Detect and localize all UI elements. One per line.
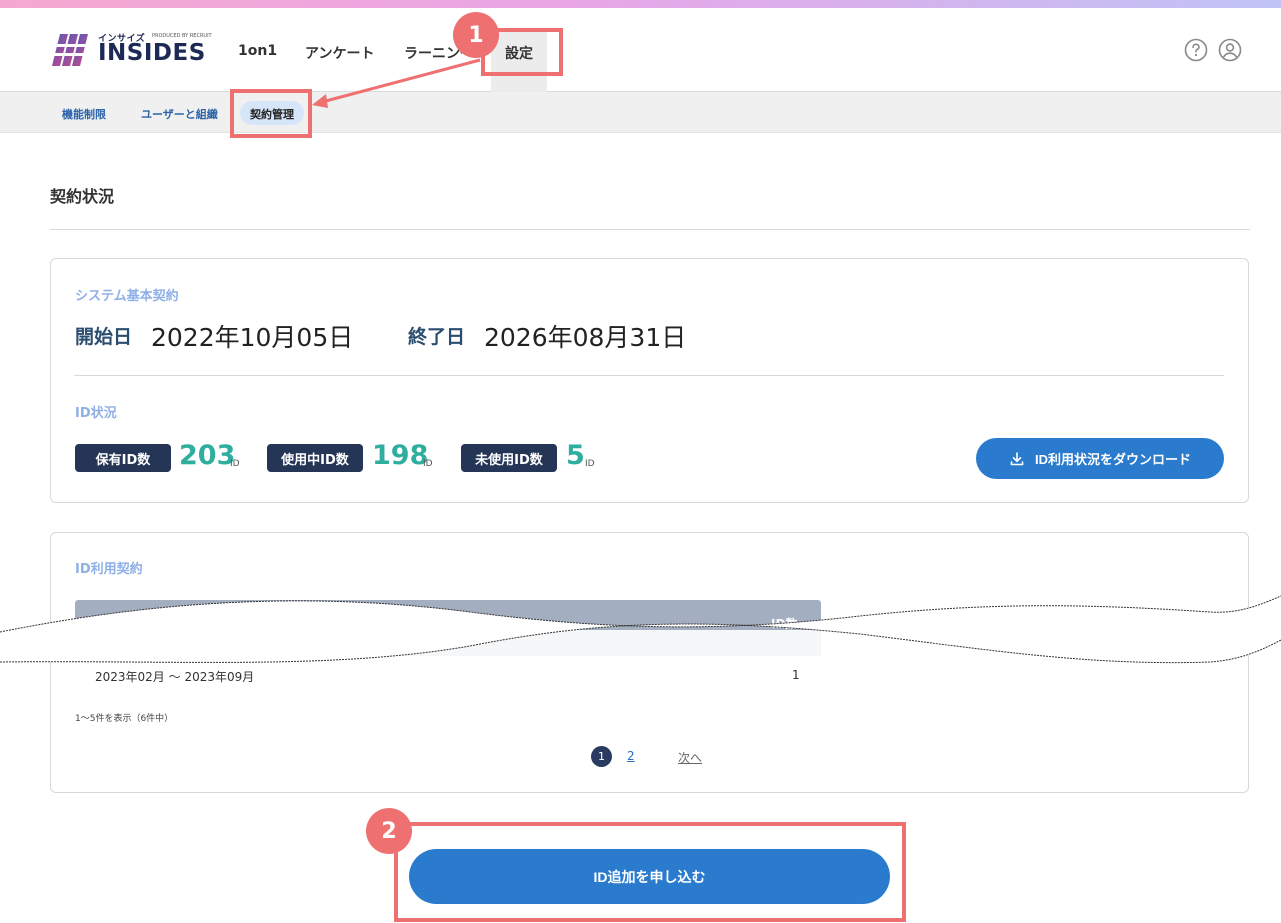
- used-id-count: 198: [372, 440, 429, 471]
- unused-id-count: 5: [566, 440, 585, 471]
- pagination-current-label: 1: [598, 750, 605, 763]
- subnav-item-users-org[interactable]: ユーザーと組織: [141, 106, 218, 122]
- subnav-item-feature-limits[interactable]: 機能制限: [62, 106, 106, 122]
- nav-item-1on1[interactable]: 1on1: [238, 43, 277, 59]
- step-1-callout: 1: [453, 12, 499, 58]
- download-button-label: ID利用状況をダウンロード: [1034, 452, 1191, 467]
- pagination-next[interactable]: 次へ: [678, 749, 702, 766]
- title-divider: [50, 229, 1250, 230]
- used-id-unit: ID: [423, 459, 433, 469]
- insides-logo-icon: [52, 34, 94, 66]
- table-row-id-count: 1: [792, 668, 800, 682]
- pagination-page-2[interactable]: 2: [627, 749, 635, 763]
- step-2-number: 2: [381, 818, 397, 844]
- unused-id-badge: 未使用ID数: [461, 444, 557, 472]
- used-id-label: 使用中ID数: [281, 452, 349, 468]
- start-date-label: 開始日: [75, 326, 133, 348]
- table-row-period: 2023年02月 〜 2023年09月: [95, 670, 255, 684]
- owned-id-unit: ID: [230, 459, 240, 469]
- nav-item-learning[interactable]: ラーニング: [404, 43, 462, 63]
- logo-produced-by: PRODUCED BY RECRUIT: [152, 33, 212, 39]
- step-2-callout: 2: [366, 808, 412, 854]
- highlight-contract-tab: [230, 89, 312, 138]
- download-id-usage-button[interactable]: ID利用状況をダウンロード: [976, 438, 1224, 479]
- owned-id-badge: 保有ID数: [75, 444, 171, 472]
- nav-item-survey[interactable]: アンケート: [305, 43, 374, 63]
- card-divider: [74, 375, 1224, 376]
- step-1-number: 1: [468, 22, 484, 48]
- id-contract-label: ID利用契約: [75, 562, 143, 577]
- owned-id-count: 203: [179, 440, 236, 471]
- unused-id-unit: ID: [585, 459, 595, 469]
- user-circle-icon[interactable]: [1218, 38, 1242, 62]
- end-date-value: 2026年08月31日: [484, 323, 687, 352]
- used-id-badge: 使用中ID数: [267, 444, 363, 472]
- app-header: インサイズ PRODUCED BY RECRUIT INSIDES 1on1 ア…: [0, 8, 1281, 92]
- sub-navigation: 機能制限 ユーザーと組織 契約管理: [0, 92, 1281, 133]
- system-contract-label: システム基本契約: [75, 289, 179, 304]
- unused-id-label: 未使用ID数: [475, 452, 543, 468]
- top-gradient-bar: [0, 0, 1281, 8]
- logo[interactable]: インサイズ PRODUCED BY RECRUIT INSIDES: [52, 30, 212, 70]
- id-contract-card: [50, 532, 1249, 793]
- pagination-current[interactable]: 1: [591, 746, 612, 767]
- download-icon: [1010, 451, 1024, 465]
- contract-table-header: [75, 600, 821, 630]
- end-date-label: 終了日: [408, 326, 466, 348]
- table-row-period-partial: 2023年03月 〜 2023: [95, 630, 215, 644]
- id-status-label: ID状況: [75, 406, 117, 421]
- help-icon[interactable]: [1184, 38, 1208, 62]
- highlight-apply-button: [394, 822, 906, 922]
- result-summary: 1〜5件を表示（6件中）: [75, 714, 174, 724]
- owned-id-label: 保有ID数: [95, 452, 151, 468]
- page-title: 契約状況: [50, 187, 115, 206]
- start-date-value: 2022年10月05日: [151, 323, 354, 352]
- logo-text: INSIDES: [98, 40, 206, 66]
